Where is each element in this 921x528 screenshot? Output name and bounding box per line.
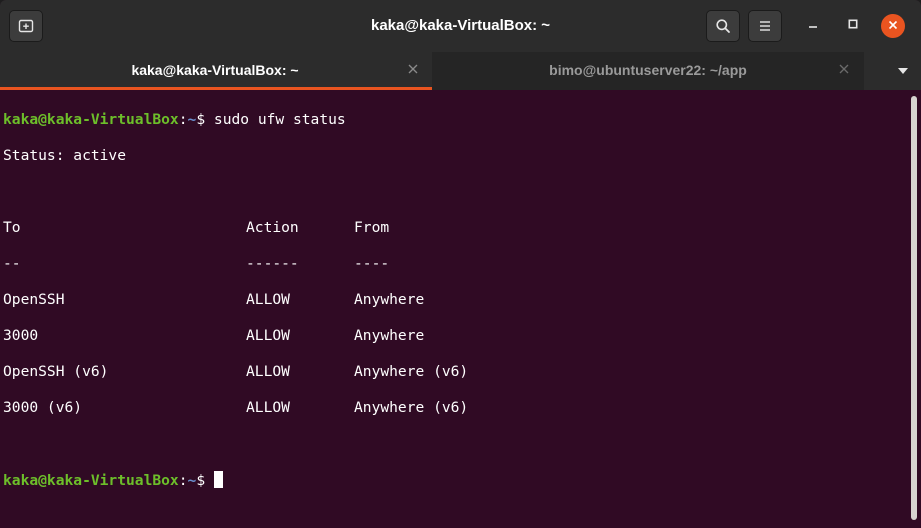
row-action: ALLOW	[246, 327, 290, 344]
maximize-icon	[847, 17, 859, 35]
close-button[interactable]	[881, 14, 905, 38]
row-action: ALLOW	[246, 363, 290, 380]
rule-to: --	[3, 255, 21, 272]
header-from: From	[354, 219, 390, 236]
prompt-path: ~	[187, 111, 197, 128]
prompt-separator: :	[178, 111, 188, 128]
row-from: Anywhere (v6)	[354, 399, 469, 416]
close-icon	[888, 17, 898, 35]
prompt-symbol: $	[196, 472, 214, 489]
minimize-button[interactable]	[801, 14, 825, 38]
prompt-symbol: $	[196, 111, 214, 128]
tab-label: kaka@kaka-VirtualBox: ~	[131, 62, 299, 78]
rule-from: ----	[354, 255, 390, 272]
new-tab-icon	[18, 18, 34, 34]
row-from: Anywhere (v6)	[354, 363, 469, 380]
vertical-scrollbar[interactable]	[906, 90, 921, 528]
hamburger-menu-icon	[758, 20, 772, 32]
table-row: OpenSSH (v6) ALLOW Anywhere (v6)	[3, 363, 906, 381]
close-icon	[839, 61, 849, 79]
menu-button[interactable]	[748, 10, 782, 42]
row-from: Anywhere	[354, 291, 425, 308]
table-row: 3000 ALLOW Anywhere	[3, 327, 906, 345]
tab-bar: kaka@kaka-VirtualBox: ~ bimo@ubuntuserve…	[0, 52, 921, 90]
scrollbar-thumb[interactable]	[911, 96, 917, 520]
new-tab-button[interactable]	[9, 10, 43, 42]
tab-kaka-virtualbox[interactable]: kaka@kaka-VirtualBox: ~	[0, 52, 432, 90]
row-to: OpenSSH (v6)	[3, 363, 109, 380]
tab-bimo-ubuntuserver[interactable]: bimo@ubuntuserver22: ~/app	[432, 52, 864, 90]
title-bar: kaka@kaka-VirtualBox: ~	[0, 0, 921, 53]
prompt-line: kaka@kaka-VirtualBox:~$	[3, 471, 906, 489]
command-text: sudo ufw status	[213, 111, 346, 128]
prompt-separator: :	[178, 472, 188, 489]
prompt-user: kaka@kaka-VirtualBox	[3, 111, 179, 128]
chevron-down-icon	[897, 62, 909, 80]
tabs-menu-button[interactable]	[895, 63, 911, 79]
rule-action: ------	[246, 255, 299, 272]
prompt-user: kaka@kaka-VirtualBox	[3, 472, 179, 489]
row-to: 3000	[3, 327, 39, 344]
maximize-button[interactable]	[841, 14, 865, 38]
close-icon	[408, 61, 418, 79]
terminal-output[interactable]: kaka@kaka-VirtualBox:~$ sudo ufw status …	[0, 90, 906, 528]
row-action: ALLOW	[246, 399, 290, 416]
search-icon	[715, 18, 731, 34]
terminal-window: kaka@kaka-VirtualBox: ~ kaka@kaka-Virtua…	[0, 0, 921, 528]
window-title: kaka@kaka-VirtualBox: ~	[370, 17, 551, 34]
table-header: To Action From	[3, 219, 906, 237]
table-row: 3000 (v6) ALLOW Anywhere (v6)	[3, 399, 906, 417]
status-line: Status: active	[3, 147, 127, 164]
search-button[interactable]	[706, 10, 740, 42]
table-row: OpenSSH ALLOW Anywhere	[3, 291, 906, 309]
text-cursor	[213, 471, 223, 488]
tab-close-button[interactable]	[405, 62, 421, 78]
header-to: To	[3, 219, 21, 236]
minimize-icon	[807, 17, 819, 35]
table-rule: -- ------ ----	[3, 255, 906, 273]
row-to: 3000 (v6)	[3, 399, 83, 416]
tab-label: bimo@ubuntuserver22: ~/app	[549, 62, 747, 78]
row-to: OpenSSH	[3, 291, 65, 308]
tab-close-button[interactable]	[836, 62, 852, 78]
prompt-path: ~	[187, 472, 197, 489]
command-line: kaka@kaka-VirtualBox:~$ sudo ufw status	[3, 111, 906, 129]
row-action: ALLOW	[246, 291, 290, 308]
header-action: Action	[246, 219, 299, 236]
row-from: Anywhere	[354, 327, 425, 344]
